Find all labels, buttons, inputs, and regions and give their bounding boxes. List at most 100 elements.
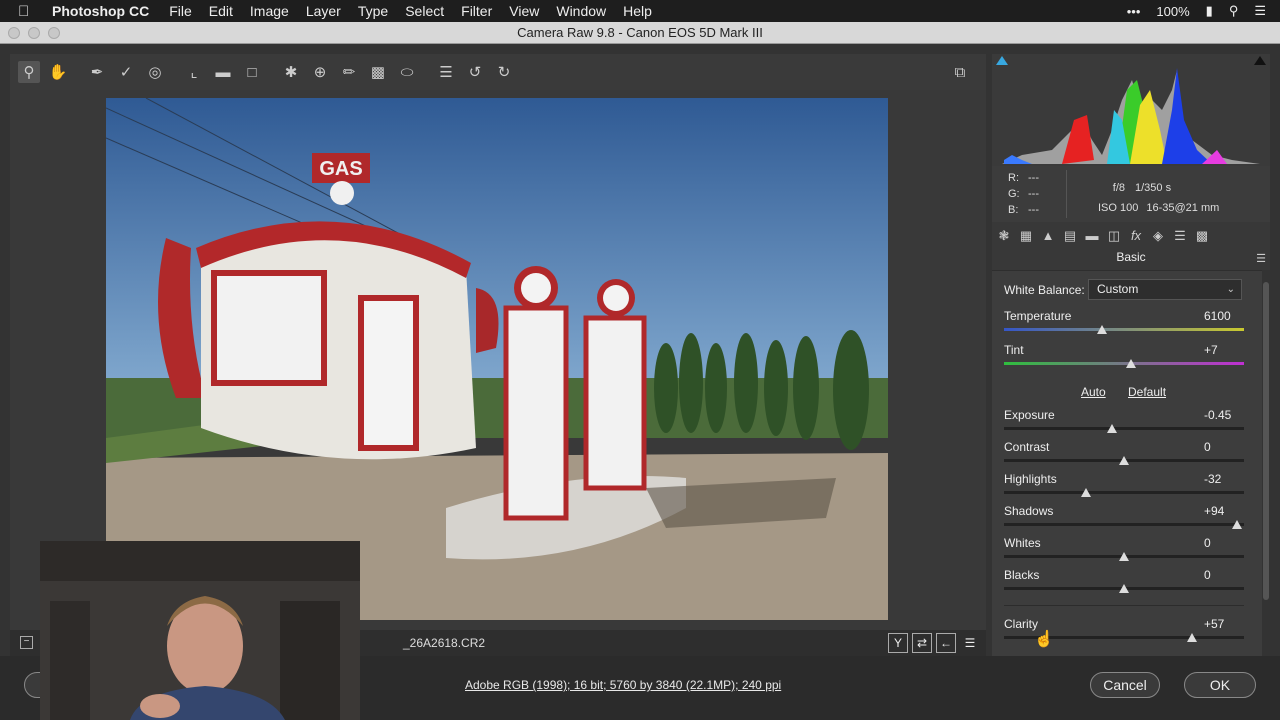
temperature-label: Temperature <box>1004 309 1072 323</box>
zoom-icon[interactable]: ⚲ <box>18 61 40 83</box>
menu-type[interactable]: Type <box>358 3 388 19</box>
tint-value[interactable]: +7 <box>1204 343 1218 357</box>
straighten-icon[interactable]: ▬ <box>212 61 234 83</box>
clarity-thumb[interactable] <box>1187 633 1198 642</box>
shadows-value[interactable]: +94 <box>1204 504 1224 518</box>
hand-icon[interactable]: ✋ <box>47 61 69 83</box>
exposure-value[interactable]: -0.45 <box>1204 408 1231 422</box>
white-balance-icon[interactable]: ✒ <box>86 61 108 83</box>
default-link[interactable]: Default <box>1128 385 1166 399</box>
cancel-button[interactable]: Cancel <box>1090 672 1160 698</box>
exposure-track[interactable] <box>1004 427 1244 430</box>
menu-filter[interactable]: Filter <box>461 3 492 19</box>
whites-thumb[interactable] <box>1119 552 1129 561</box>
target-adjust-icon[interactable]: ◎ <box>144 61 166 83</box>
preferences-icon[interactable]: ☰ <box>435 61 457 83</box>
highlights-thumb[interactable] <box>1080 488 1091 497</box>
menu-view[interactable]: View <box>509 3 539 19</box>
close-window-button[interactable] <box>8 27 20 39</box>
transform-icon[interactable]: □ <box>241 61 263 83</box>
whites-slider[interactable]: Whites 0 <box>1004 536 1244 566</box>
ok-button[interactable]: OK <box>1184 672 1256 698</box>
blacks-thumb[interactable] <box>1119 584 1129 593</box>
contrast-value[interactable]: 0 <box>1204 440 1211 454</box>
menu-window[interactable]: Window <box>556 3 606 19</box>
zoom-out-icon[interactable]: − <box>20 636 33 649</box>
temperature-value[interactable]: 6100 <box>1204 309 1231 323</box>
split-toning-icon[interactable]: ▬ <box>1084 228 1100 244</box>
highlights-slider[interactable]: Highlights -32 <box>1004 472 1244 502</box>
contrast-slider[interactable]: Contrast 0 <box>1004 440 1244 470</box>
menu-help[interactable]: Help <box>623 3 652 19</box>
workflow-options-link[interactable]: Adobe RGB (1998); 16 bit; 5760 by 3840 (… <box>465 678 781 692</box>
crop-icon[interactable]: ⌞ <box>183 61 205 83</box>
app-menu[interactable]: Photoshop CC <box>52 3 149 19</box>
exposure-thumb[interactable] <box>1107 424 1117 433</box>
rotate-ccw-icon[interactable]: ↺ <box>464 61 486 83</box>
filename-label: _26A2618.CR2 <box>403 636 486 650</box>
copy-settings-icon[interactable]: ← <box>936 633 956 653</box>
highlight-clipping-icon[interactable] <box>1254 56 1266 65</box>
contrast-thumb[interactable] <box>1119 456 1129 465</box>
battery-icon[interactable]: ▮ <box>1206 3 1213 19</box>
menu-select[interactable]: Select <box>405 3 444 19</box>
red-eye-icon[interactable]: ⊕ <box>309 61 331 83</box>
radial-filter-icon[interactable]: ⬭ <box>396 61 418 83</box>
panel-scrollbar-thumb[interactable] <box>1263 282 1269 600</box>
white-balance-select[interactable]: Custom ⌄ <box>1088 279 1242 300</box>
apple-menu-icon[interactable]:  <box>18 3 38 20</box>
spot-removal-icon[interactable]: ✱ <box>280 61 302 83</box>
snapshots-icon[interactable]: ▩ <box>1194 228 1210 244</box>
highlights-value[interactable]: -32 <box>1204 472 1221 486</box>
basic-tab-icon[interactable]: ❃ <box>996 228 1012 244</box>
tint-slider[interactable]: Tint +7 <box>1004 343 1244 373</box>
shadows-thumb[interactable] <box>1231 520 1242 529</box>
minimize-window-button[interactable] <box>28 27 40 39</box>
panel-menu-icon[interactable]: ☰ <box>1256 252 1266 265</box>
auto-link[interactable]: Auto <box>1081 385 1106 399</box>
notification-center-icon[interactable]: ☰ <box>1254 3 1266 19</box>
clarity-value[interactable]: +57 <box>1204 617 1224 631</box>
window-title: Camera Raw 9.8 - Canon EOS 5D Mark III <box>517 25 763 40</box>
hsl-icon[interactable]: ▤ <box>1062 228 1078 244</box>
blacks-value[interactable]: 0 <box>1204 568 1211 582</box>
color-sampler-icon[interactable]: ✓ <box>115 61 137 83</box>
menu-image[interactable]: Image <box>250 3 289 19</box>
detail-icon[interactable]: ▲ <box>1040 228 1056 244</box>
presets-icon[interactable]: ☰ <box>1172 228 1188 244</box>
histogram <box>992 54 1270 166</box>
adjustment-brush-icon[interactable]: ✏ <box>338 61 360 83</box>
shadows-track[interactable] <box>1004 523 1244 526</box>
zoom-window-button[interactable] <box>48 27 60 39</box>
highlights-track[interactable] <box>1004 491 1244 494</box>
tint-track[interactable] <box>1004 362 1244 365</box>
exposure-slider[interactable]: Exposure -0.45 <box>1004 408 1244 438</box>
menu-bar:  Photoshop CC File Edit Image Layer Typ… <box>0 0 1280 22</box>
temperature-slider[interactable]: Temperature 6100 <box>1004 309 1244 339</box>
lens-corrections-icon[interactable]: ◫ <box>1106 228 1122 244</box>
menu-file[interactable]: File <box>169 3 192 19</box>
shadow-clipping-icon[interactable] <box>996 56 1008 65</box>
menu-edit[interactable]: Edit <box>209 3 233 19</box>
toggle-fullscreen-icon[interactable]: ⧉ <box>949 61 971 83</box>
effects-icon[interactable]: fx <box>1128 228 1144 244</box>
tint-thumb[interactable] <box>1126 359 1137 368</box>
swap-settings-icon[interactable]: ⇄ <box>912 633 932 653</box>
graduated-filter-icon[interactable]: ▩ <box>367 61 389 83</box>
whites-value[interactable]: 0 <box>1204 536 1211 550</box>
tone-curve-icon[interactable]: ▦ <box>1018 228 1034 244</box>
camera-calibration-icon[interactable]: ◈ <box>1150 228 1166 244</box>
menu-layer[interactable]: Layer <box>306 3 341 19</box>
temperature-track[interactable] <box>1004 328 1244 331</box>
chevron-down-icon: ⌄ <box>1226 284 1235 295</box>
exposure-label: Exposure <box>1004 408 1055 422</box>
shadows-slider[interactable]: Shadows +94 <box>1004 504 1244 534</box>
panel-scrollbar[interactable] <box>1262 270 1270 656</box>
before-after-icon[interactable]: Y <box>888 633 908 653</box>
spotlight-search-icon[interactable]: ⚲ <box>1229 3 1239 19</box>
blacks-slider[interactable]: Blacks 0 <box>1004 568 1244 598</box>
temperature-thumb[interactable] <box>1097 325 1108 334</box>
more-icon[interactable]: ••• <box>1127 4 1141 19</box>
rotate-cw-icon[interactable]: ↻ <box>493 61 515 83</box>
toggle-settings-icon[interactable]: ☰ <box>960 633 980 653</box>
